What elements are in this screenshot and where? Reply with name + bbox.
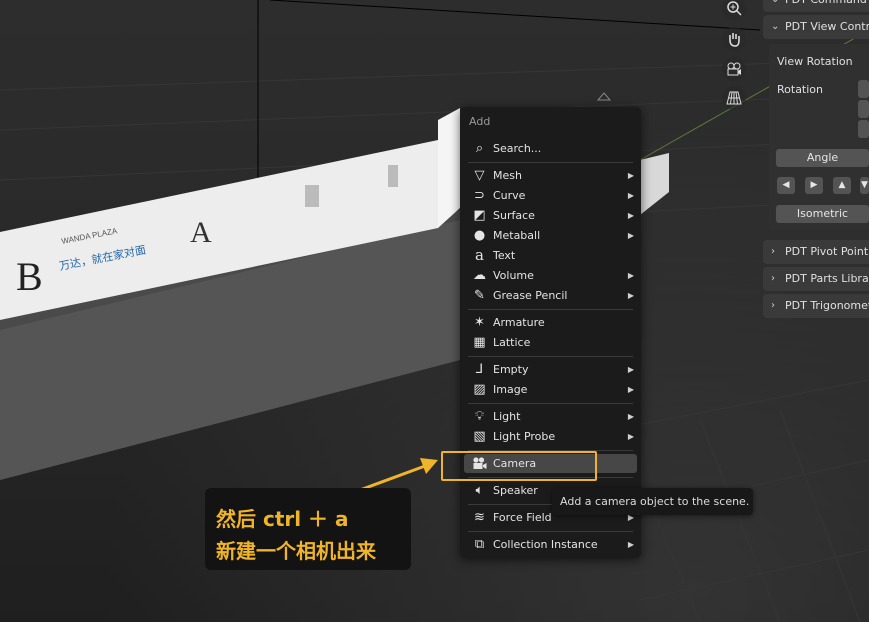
annotation-line-1: 然后 ctrl ＋ a (216, 507, 349, 531)
annotation-callout: 然后 ctrl ＋ a 新建一个相机出来 (205, 488, 411, 570)
annotation-arrow (359, 458, 438, 492)
annotation-line-2: 新建一个相机出来 (216, 539, 376, 563)
